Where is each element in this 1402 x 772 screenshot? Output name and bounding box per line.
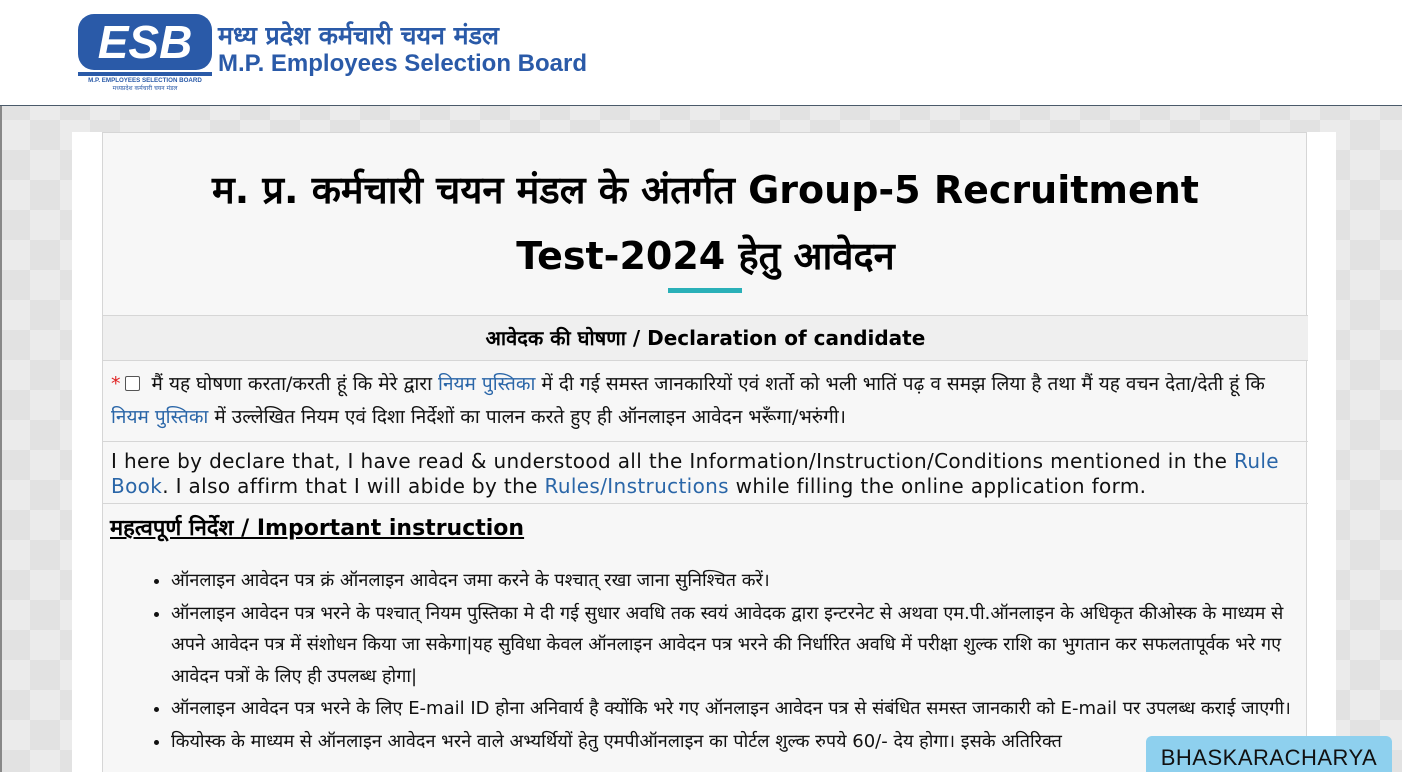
rules-instructions-link[interactable]: Rules/Instructions [545,474,729,498]
esb-logo: ESB M.P. EMPLOYEES SELECTION BOARD मध्यप… [78,14,212,92]
declaration-english-text-1: I here by declare that, I have read & un… [111,449,1235,473]
org-name-hindi: मध्य प्रदेश कर्मचारी चयन मंडल [218,21,499,50]
rulebook-link-hindi-2[interactable]: नियम पुस्तिका [111,406,208,428]
site-header: ESB M.P. EMPLOYEES SELECTION BOARD मध्यप… [0,0,1402,106]
instruction-item: ऑनलाइन आवेदन पत्र भरने के लिए E-mail ID … [171,693,1297,725]
logo-text: ESB [98,16,193,68]
declaration-hindi: * मैं यह घोषणा करता/करती हूं कि मेरे द्व… [103,361,1308,442]
declaration-english-text-2: . I also affirm that I will abide by the [162,474,545,498]
title-underline [668,288,742,293]
important-instruction-heading: महत्वपूर्ण निर्देश / Important instructi… [110,516,525,541]
instruction-list: ऑनलाइन आवेदन पत्र क्रं ऑनलाइन आवेदन जमा … [147,565,1297,758]
page-title-line-2: Test-2024 हेतु आवेदन [516,234,895,278]
declaration-hindi-text-3: में उल्लेखित नियम एवं दिशा निर्देशों का … [208,406,846,428]
page-title-line-1: म. प्र. कर्मचारी चयन मंडल के अंतर्गत Gro… [212,168,1199,212]
logo-tagline-en: M.P. EMPLOYEES SELECTION BOARD [88,77,202,84]
application-card: म. प्र. कर्मचारी चयन मंडल के अंतर्गत Gro… [102,132,1308,772]
required-asterisk: * [111,373,121,395]
declaration-hindi-text-2: में दी गई समस्त जानकारियों एवं शर्तो को … [535,373,1265,395]
declaration-hindi-text-1: मैं यह घोषणा करता/करती हूं कि मेरे द्वार… [151,373,439,395]
declaration-english-text-3: while filling the online application for… [728,474,1147,498]
page-title: म. प्र. कर्मचारी चयन मंडल के अंतर्गत Gro… [103,157,1308,289]
declaration-heading: आवेदक की घोषणा / Declaration of candidat… [103,315,1308,361]
window-left-edge [0,0,2,772]
declaration-checkbox[interactable] [124,376,140,391]
bhaskaracharya-badge[interactable]: BHASKARACHARYA [1146,736,1392,772]
logo-tagline-hi: मध्यप्रदेश कर्मचारी चयन मंडल [113,84,179,92]
instruction-item: ऑनलाइन आवेदन पत्र क्रं ऑनलाइन आवेदन जमा … [171,565,1297,597]
instruction-item: ऑनलाइन आवेदन पत्र भरने के पश्चात् नियम प… [171,598,1297,693]
declaration-english: I here by declare that, I have read & un… [103,442,1308,504]
instruction-item: कियोस्क के माध्यम से ऑनलाइन आवेदन भरने व… [171,726,1297,758]
org-name-english: M.P. Employees Selection Board [218,50,588,77]
rulebook-link-hindi-1[interactable]: नियम पुस्तिका [438,373,535,395]
